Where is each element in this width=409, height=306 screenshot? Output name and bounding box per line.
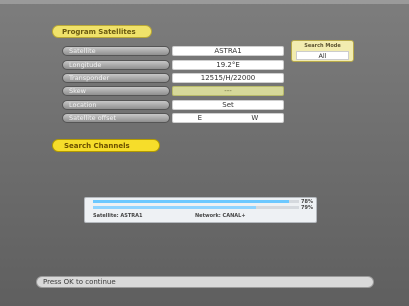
field-label-satellite-offset: Satellite offset [62, 113, 170, 123]
search-mode-value[interactable]: All [296, 51, 349, 60]
network-info: Network: CANAL+ [195, 213, 246, 219]
field-label-satellite: Satellite [62, 46, 170, 56]
top-bevel [0, 0, 409, 4]
satellite-info: Satellite: ASTRA1 [93, 213, 143, 219]
status-bar: Press OK to continue [36, 276, 374, 288]
search-mode-title: Search Mode [304, 43, 341, 49]
field-label-location: Location [62, 100, 170, 110]
search-channels-button[interactable]: Search Channels [52, 139, 160, 152]
field-value-transponder[interactable]: 12515/H/22000 [172, 73, 284, 83]
search-mode-box: Search Mode All [291, 40, 354, 62]
signal-quality-bar [93, 206, 299, 209]
page-title: Program Satellites [52, 25, 152, 38]
signal-strength-bar [93, 200, 299, 203]
field-label-transponder: Transponder [62, 73, 170, 83]
field-value-satellite-offset[interactable]: E W [172, 113, 284, 123]
field-label-longitude: Longitude [62, 60, 170, 70]
program-satellites-screen: Program Satellites Satellite ASTRA1 Long… [0, 0, 409, 306]
offset-east[interactable]: E [198, 114, 202, 122]
field-label-skew: Skew [62, 86, 170, 96]
signal-panel: 78% 79% Satellite: ASTRA1 Network: CANAL… [84, 197, 317, 223]
signal-strength-fill [93, 200, 289, 203]
signal-quality-fill [93, 206, 256, 209]
signal-quality-percent: 79% [301, 205, 313, 211]
offset-west[interactable]: W [251, 114, 258, 122]
field-value-location[interactable]: Set [172, 100, 284, 110]
field-value-longitude[interactable]: 19.2°E [172, 60, 284, 70]
field-value-satellite[interactable]: ASTRA1 [172, 46, 284, 56]
field-value-skew[interactable]: --- [172, 86, 284, 96]
